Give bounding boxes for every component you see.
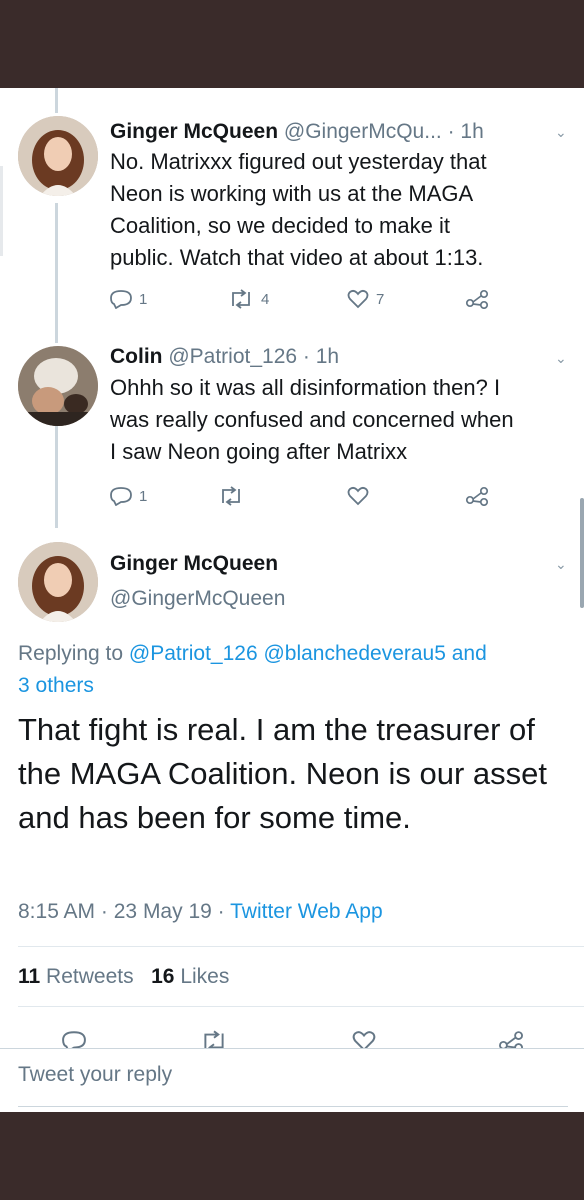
- divider: [0, 1048, 584, 1049]
- tweet-actions: 1: [0, 486, 584, 514]
- retweet-icon: [232, 289, 250, 309]
- like-count: 7: [376, 290, 385, 308]
- tweet-text-line: No. Matrixxx figured out yesterday that: [110, 149, 487, 174]
- thread-connector-line: [55, 88, 58, 113]
- reply-button[interactable]: [62, 1030, 86, 1048]
- retweets-stat[interactable]: 11 Retweets: [18, 965, 134, 988]
- replying-to-others-link[interactable]: 3 others: [18, 670, 568, 702]
- retweet-icon: [222, 486, 240, 506]
- reply-icon: [62, 1031, 86, 1048]
- focused-tweet-author-handle[interactable]: @GingerMcQueen: [110, 587, 285, 611]
- tweet-text-line: Ohhh so it was all disinformation then? …: [110, 375, 501, 400]
- scrollbar-thumb[interactable]: [580, 498, 584, 608]
- tweet-text: Ohhh so it was all disinformation then? …: [110, 372, 580, 468]
- replying-to-handles-link[interactable]: @Patriot_126 @blanchedeverau5 and: [129, 642, 487, 665]
- replying-to-label: Replying to: [18, 642, 124, 665]
- share-icon: [465, 486, 489, 506]
- bottom-frame-bar: [0, 1112, 584, 1200]
- like-button[interactable]: [352, 1030, 376, 1048]
- reply-count: 1: [139, 290, 148, 308]
- meta-separator: ·: [100, 900, 108, 923]
- retweets-label: Retweets: [46, 965, 134, 988]
- tweet-author-name[interactable]: Ginger McQueen: [110, 120, 278, 143]
- avatar-woman-image: [18, 542, 98, 622]
- like-icon: [347, 486, 369, 506]
- top-frame-bar: [0, 0, 584, 88]
- avatar[interactable]: [18, 542, 98, 622]
- retweet-button[interactable]: 4: [228, 289, 269, 309]
- chevron-down-icon[interactable]: ⌄: [555, 124, 567, 141]
- retweet-icon: [204, 1030, 224, 1048]
- tweet-text: No. Matrixxx figured out yesterday that …: [110, 146, 580, 274]
- tweet-timestamp[interactable]: · 1h: [303, 345, 339, 368]
- like-button[interactable]: 7: [347, 289, 384, 309]
- divider: [18, 1006, 584, 1007]
- reply-button[interactable]: 1: [110, 289, 147, 309]
- retweet-count: 4: [261, 290, 270, 308]
- share-icon: [499, 1031, 523, 1048]
- meta-separator: ·: [217, 900, 225, 923]
- retweet-button[interactable]: [218, 486, 244, 506]
- focused-tweet-meta: 8:15 AM · 23 May 19 · Twitter Web App: [18, 900, 383, 924]
- tweet-author-handle[interactable]: @Patriot_126: [168, 345, 297, 368]
- like-icon: [352, 1031, 376, 1048]
- chevron-down-icon[interactable]: ⌄: [555, 350, 567, 367]
- tweet-author-name[interactable]: Colin: [110, 345, 163, 368]
- twitter-thread-screen: Ginger McQueen @GingerMcQu... · 1h ⌄ No.…: [0, 88, 584, 1112]
- tweet-author-handle[interactable]: @GingerMcQu...: [284, 120, 442, 143]
- replying-to: Replying to @Patriot_126 @blanchedeverau…: [18, 638, 568, 702]
- tweet-time[interactable]: 8:15 AM: [18, 900, 95, 923]
- likes-count: 16: [151, 965, 175, 988]
- tweet-text-line: public. Watch that video at about 1:13.: [110, 245, 484, 270]
- share-button[interactable]: [498, 1030, 524, 1048]
- tweet-header: Colin @Patriot_126 · 1h: [110, 344, 339, 370]
- like-icon: [347, 289, 369, 309]
- reply-button[interactable]: 1: [110, 486, 147, 506]
- tweet-text-line: Neon is working with us at the MAGA: [110, 181, 474, 206]
- tweet-text-line: I saw Neon going after Matrixx: [110, 439, 408, 464]
- avatar-woman-image: [18, 116, 98, 196]
- tweet-actions: 1 4 7: [0, 289, 584, 317]
- focused-tweet-text: That fight is real. I am the treasurer o…: [18, 712, 547, 835]
- like-button[interactable]: [347, 486, 369, 506]
- thread-connector-line: [55, 203, 58, 343]
- tweet-text-line: Coalition, so we decided to make it: [110, 213, 450, 238]
- tweet-timestamp[interactable]: · 1h: [448, 120, 484, 143]
- reply-count: 1: [139, 487, 148, 505]
- share-button[interactable]: [465, 486, 489, 506]
- retweet-button[interactable]: [200, 1030, 228, 1048]
- reply-icon: [110, 290, 132, 309]
- tweet-reply-input[interactable]: Tweet your reply: [18, 1063, 172, 1087]
- likes-stat[interactable]: 16 Likes: [151, 965, 229, 988]
- tweet-date[interactable]: 23 May 19: [114, 900, 212, 923]
- avatar-colin-image: [18, 346, 98, 426]
- share-button[interactable]: [465, 289, 489, 309]
- avatar[interactable]: [18, 346, 98, 426]
- share-icon: [465, 289, 489, 309]
- avatar[interactable]: [18, 116, 98, 196]
- tweet-stats: 11 Retweets 16 Likes: [18, 965, 229, 989]
- tweet-text-line: was really confused and concerned when: [110, 407, 514, 432]
- reply-icon: [110, 487, 132, 506]
- likes-label: Likes: [180, 965, 230, 988]
- chevron-down-icon[interactable]: ⌄: [555, 556, 567, 573]
- scroll-indicator-left: [0, 166, 3, 256]
- retweets-count: 11: [18, 965, 41, 988]
- tweet-header: Ginger McQueen @GingerMcQu... · 1h: [110, 119, 484, 145]
- reply-input-underline: [18, 1106, 568, 1107]
- tweet-source-link[interactable]: Twitter Web App: [230, 900, 383, 923]
- focused-tweet-author-name[interactable]: Ginger McQueen: [110, 552, 278, 576]
- divider: [18, 946, 584, 947]
- focused-tweet-actions: [0, 1028, 584, 1048]
